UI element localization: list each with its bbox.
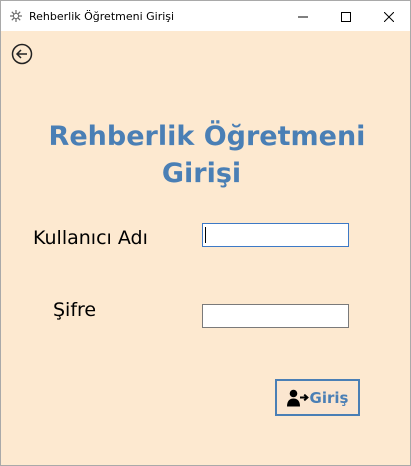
app-icon — [8, 8, 24, 24]
minimize-icon — [297, 7, 308, 26]
close-icon — [383, 7, 394, 26]
username-input[interactable] — [202, 223, 349, 247]
login-button-label: Giriş — [309, 388, 349, 407]
back-button[interactable] — [10, 43, 34, 69]
login-button[interactable]: Giriş — [275, 379, 360, 416]
text-caret — [205, 227, 206, 243]
password-input[interactable] — [202, 304, 349, 328]
maximize-icon — [340, 7, 351, 26]
window-controls — [281, 1, 410, 31]
page-title: Rehberlik Öğretmeni Girişi — [1, 118, 410, 192]
password-label: Şifre — [53, 299, 97, 321]
arrow-left-circle-icon — [11, 43, 33, 69]
close-button[interactable] — [367, 1, 410, 31]
user-sign-in-icon — [286, 389, 309, 407]
minimize-button[interactable] — [281, 1, 324, 31]
maximize-button[interactable] — [324, 1, 367, 31]
page-title-line-1: Rehberlik Öğretmeni — [48, 121, 366, 152]
login-window: Rehberlik Öğretmeni Girişi Rehberlik Öğr… — [0, 0, 411, 466]
window-title: Rehberlik Öğretmeni Girişi — [29, 9, 175, 23]
page-title-line-2: Girişi — [161, 158, 242, 189]
title-bar[interactable]: Rehberlik Öğretmeni Girişi — [1, 1, 410, 31]
username-label: Kullanıcı Adı — [33, 227, 148, 249]
